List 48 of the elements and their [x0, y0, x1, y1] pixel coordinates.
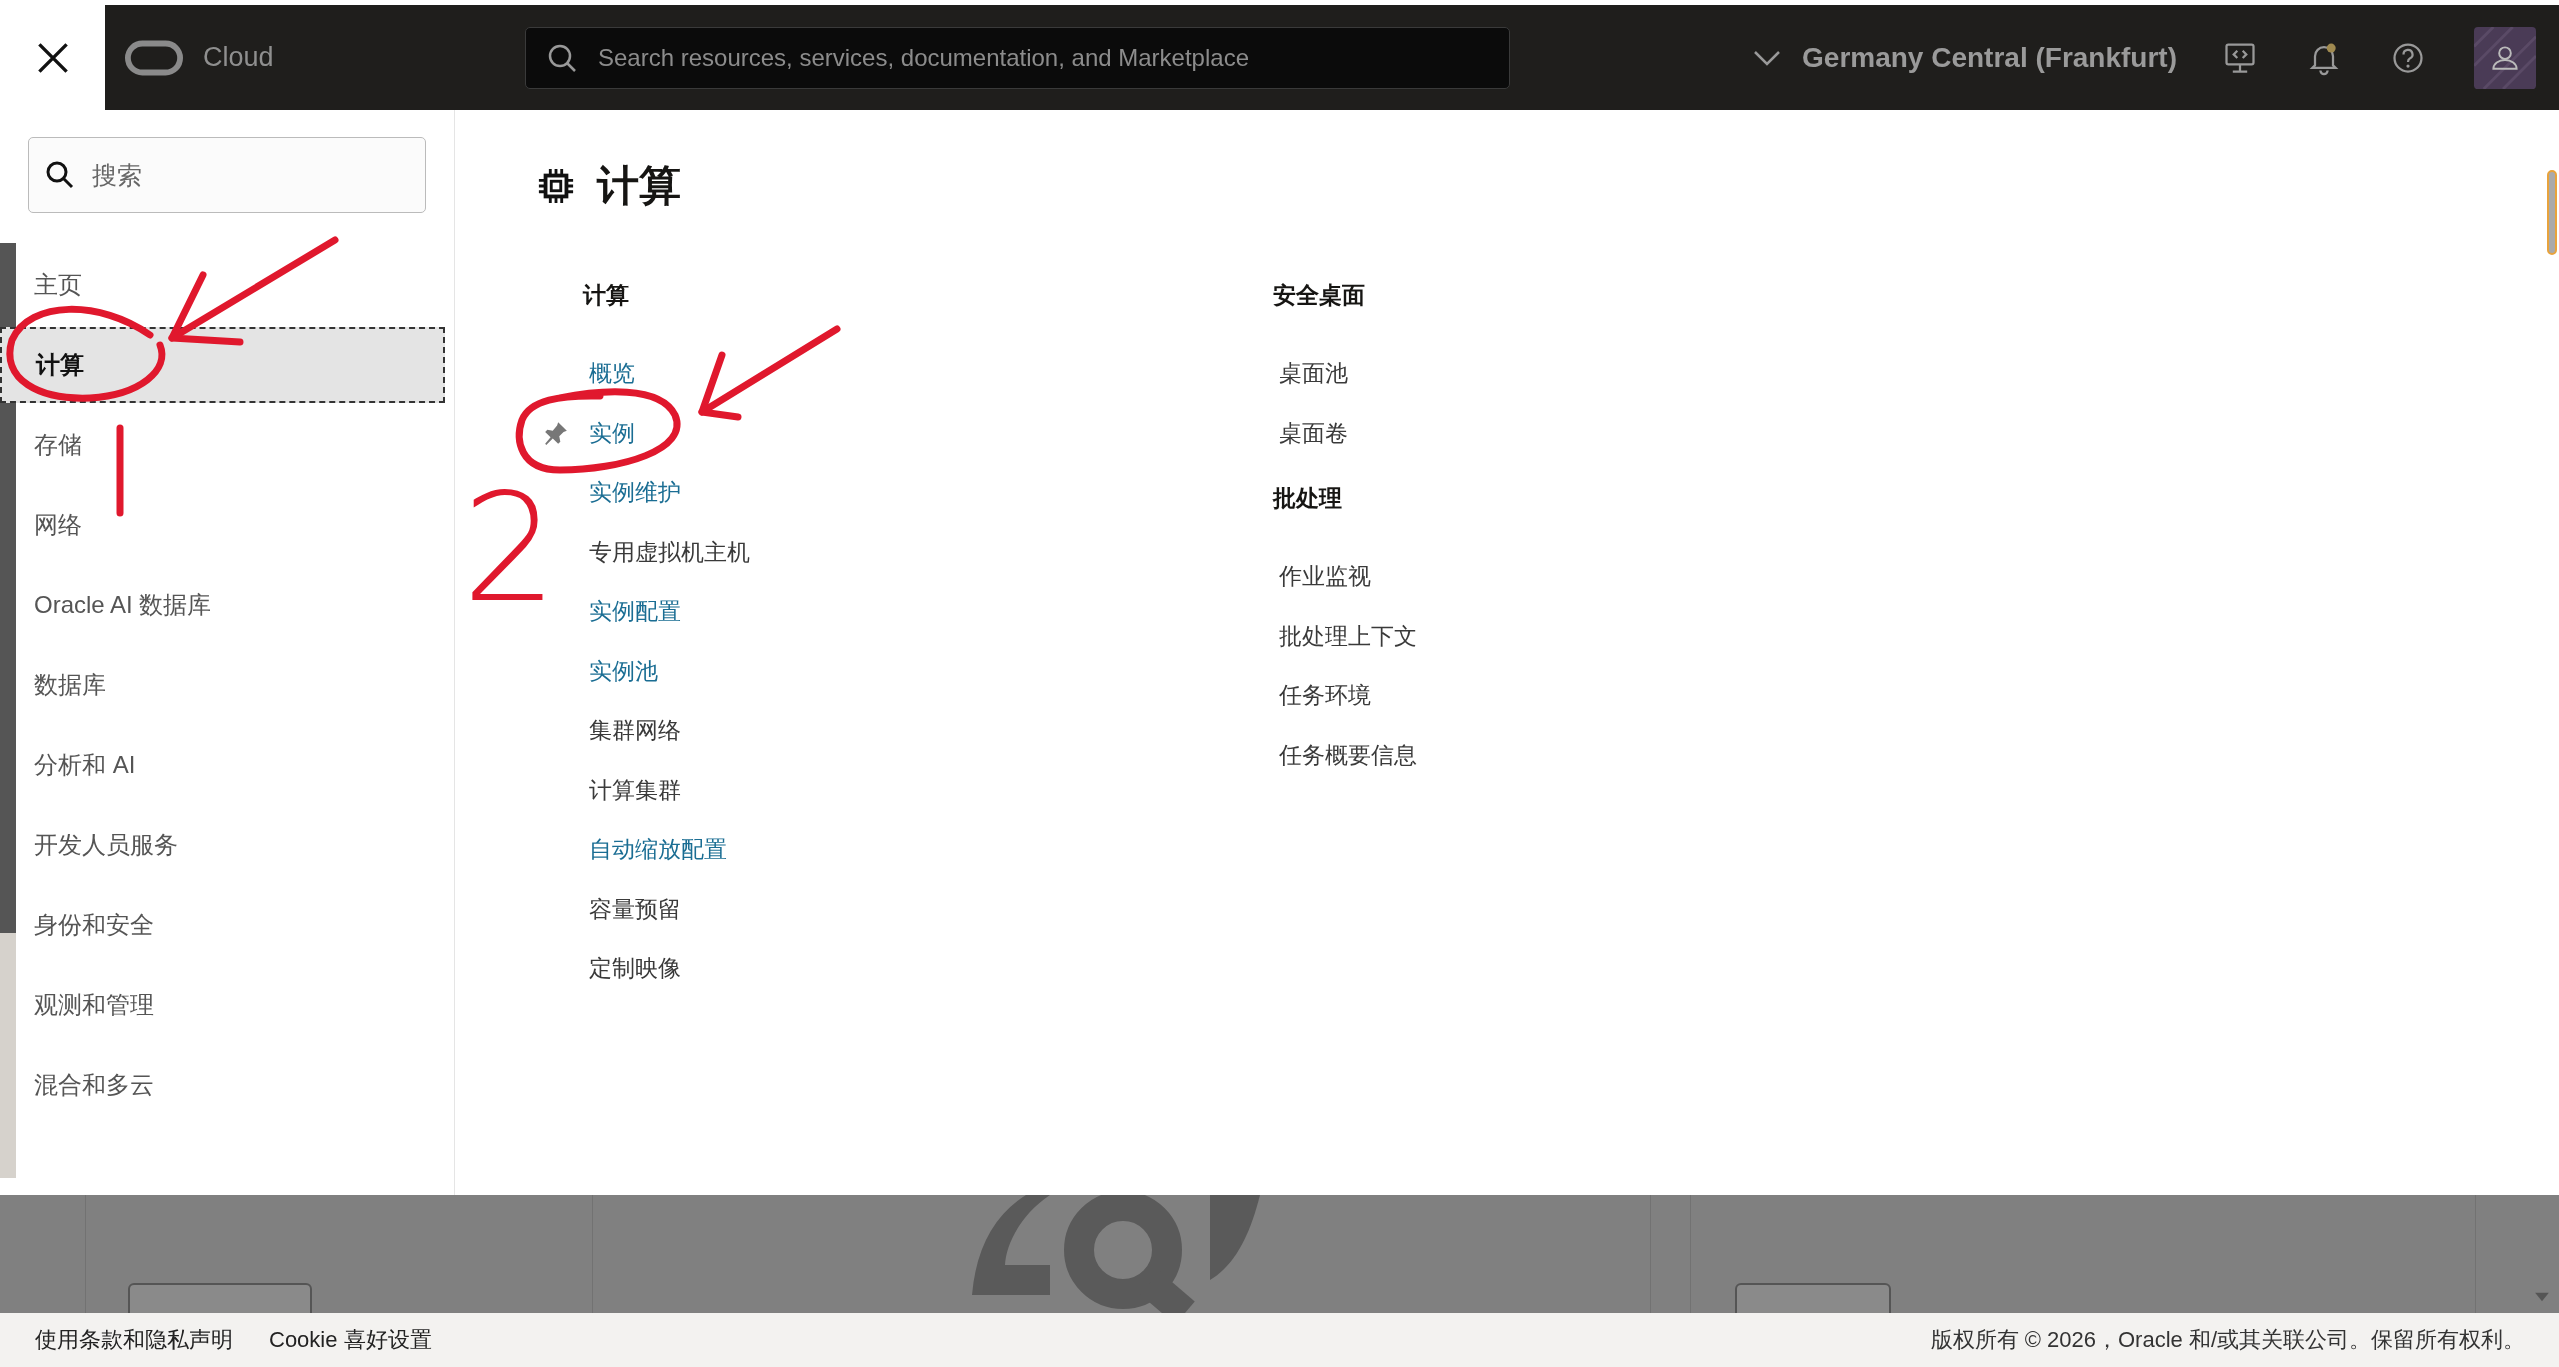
- sidebar-item[interactable]: 观测和管理: [0, 965, 426, 1045]
- footer-link[interactable]: 使用条款和隐私声明: [35, 1325, 233, 1355]
- close-icon[interactable]: [35, 40, 70, 75]
- avatar-icon[interactable]: [2474, 26, 2536, 89]
- menu-item[interactable]: 定制映像: [589, 953, 681, 985]
- page-title: 计算: [597, 161, 681, 211]
- menu-item[interactable]: 概览: [589, 358, 635, 390]
- section-heading: 安全桌面: [1273, 280, 1366, 310]
- menu-item[interactable]: 任务概要信息: [1279, 739, 1417, 771]
- sidebar-item[interactable]: 数据库: [0, 645, 426, 725]
- sidebar-item[interactable]: 存储: [0, 405, 426, 485]
- menu-item[interactable]: 桌面卷: [1279, 417, 1348, 449]
- copyright-text: 版权所有 © 2026，Oracle 和/或其关联公司。保留所有权利。: [1930, 1326, 2525, 1354]
- menu-item[interactable]: 作业监视: [1279, 561, 1371, 593]
- menu-item[interactable]: 任务环境: [1279, 680, 1371, 712]
- annotation-label: 2: [462, 461, 558, 635]
- menu-item[interactable]: 桌面池: [1279, 358, 1348, 390]
- menu-item[interactable]: 实例维护: [589, 477, 681, 509]
- sidebar-item[interactable]: 混合和多云: [0, 1045, 426, 1125]
- sidebar-item[interactable]: 主页: [0, 245, 426, 325]
- search-icon: [45, 160, 75, 190]
- sidebar-item[interactable]: 身份和安全: [0, 885, 426, 965]
- global-search-field[interactable]: Search resources, services, documentation, and Marketplace: [525, 26, 1510, 89]
- pin-icon[interactable]: [543, 420, 569, 447]
- menu-item[interactable]: 容量预留: [589, 893, 681, 925]
- region-selector[interactable]: Germany Central (Frankfurt): [1752, 41, 2177, 74]
- menu-item[interactable]: 实例配置: [589, 596, 681, 628]
- section-heading: 计算: [583, 280, 630, 310]
- brand-name[interactable]: Cloud: [203, 42, 274, 73]
- menu-item[interactable]: 专用虚拟机主机: [589, 536, 750, 568]
- sidebar-search-field[interactable]: 搜索: [28, 137, 426, 213]
- menu-item[interactable]: 自动缩放配置: [589, 834, 727, 866]
- menu-item[interactable]: 集群网络: [589, 715, 681, 747]
- sidebar-item[interactable]: 分析和 AI: [0, 725, 426, 805]
- menu-item[interactable]: 计算集群: [589, 774, 681, 806]
- section-heading: 批处理: [1273, 483, 1343, 513]
- logo-icon[interactable]: [125, 39, 183, 76]
- sidebar-item[interactable]: Oracle AI 数据库: [0, 565, 426, 645]
- footer-link[interactable]: Cookie 喜好设置: [269, 1325, 432, 1355]
- menu-item[interactable]: 实例池: [589, 655, 658, 687]
- menu-item[interactable]: 实例: [589, 417, 635, 449]
- sidebar-item[interactable]: 网络: [0, 485, 426, 565]
- sidebar-item[interactable]: 开发人员服务: [0, 805, 426, 885]
- chip-icon: [537, 167, 575, 205]
- menu-item[interactable]: 批处理上下文: [1279, 620, 1417, 652]
- search-icon: [547, 42, 577, 73]
- sidebar-item[interactable]: 计算: [0, 327, 445, 403]
- scrollbar[interactable]: [0, 243, 16, 1178]
